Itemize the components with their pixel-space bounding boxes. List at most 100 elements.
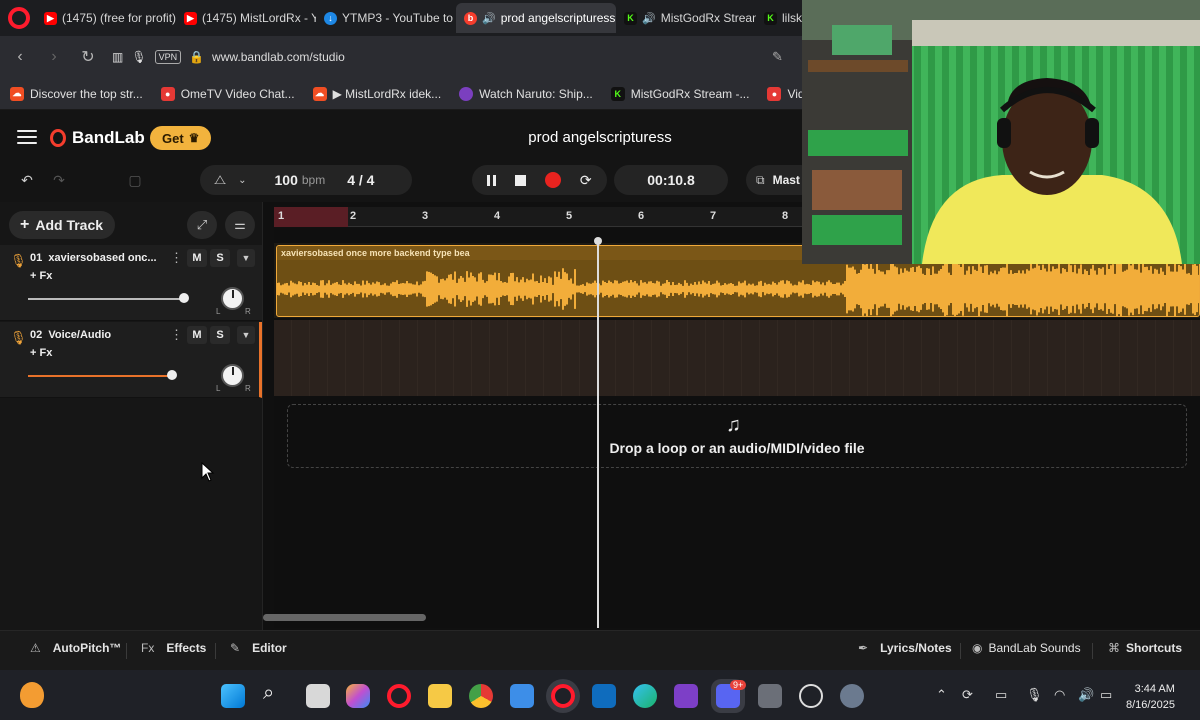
- video-icon[interactable]: ▭: [995, 687, 1007, 703]
- shortcuts-button[interactable]: ⌘ Shortcuts: [1108, 641, 1182, 655]
- drop-zone[interactable]: ♫ Drop a loop or an audio/MIDI/video fil…: [287, 404, 1187, 468]
- bookmark-4[interactable]: Watch Naruto: Ship...: [459, 86, 593, 101]
- outlook-icon[interactable]: [592, 684, 616, 708]
- sync-icon[interactable]: ⟳: [962, 687, 973, 703]
- add-fx-button[interactable]: + Fx: [30, 347, 52, 359]
- chrome-icon[interactable]: [469, 684, 493, 708]
- bookmark-2[interactable]: ● OmeTV Video Chat...: [160, 86, 295, 101]
- project-title[interactable]: prod angelscripturess: [450, 129, 750, 146]
- browser-tab-1[interactable]: ▶ (1475) (free for profit): [36, 3, 176, 33]
- view-toggle-button[interactable]: ▢: [120, 165, 150, 195]
- volume-slider-handle[interactable]: [167, 370, 177, 380]
- chevron-down-icon[interactable]: ▼: [237, 326, 255, 344]
- more-options-icon[interactable]: ⋮: [170, 327, 183, 343]
- command-icon: ⌘: [1108, 641, 1120, 655]
- mute-button[interactable]: M: [187, 249, 207, 267]
- metronome-icon[interactable]: ⧍: [214, 172, 226, 188]
- track-name[interactable]: 01 xaviersobased onc...: [30, 252, 162, 264]
- back-icon[interactable]: ‹: [10, 48, 30, 66]
- task-view-icon[interactable]: [306, 684, 330, 708]
- bandlab-logo[interactable]: BandLab: [50, 128, 145, 148]
- bar-number: 6: [638, 210, 645, 222]
- camera-icon[interactable]: [758, 684, 782, 708]
- volume-slider-track[interactable]: [28, 375, 173, 377]
- pan-knob[interactable]: [221, 364, 244, 387]
- browser-tab-5[interactable]: K 🔊 MistGodRx Stream: [616, 3, 756, 33]
- url-text[interactable]: www.bandlab.com/studio: [212, 50, 345, 64]
- tempo-control[interactable]: ⧍ ⌄ 100 bpm 4 / 4: [200, 165, 412, 195]
- start-icon[interactable]: [221, 684, 245, 708]
- solo-button[interactable]: S: [210, 326, 230, 344]
- pan-knob[interactable]: [221, 287, 244, 310]
- opera-icon[interactable]: [387, 684, 411, 708]
- soundcloud-icon: ☁: [312, 86, 327, 101]
- system-clock[interactable]: 3:44 AM 8/16/2025: [1126, 681, 1175, 713]
- pause-icon[interactable]: [487, 174, 497, 186]
- get-membership-button[interactable]: Get ♛: [150, 126, 212, 150]
- add-track-button[interactable]: + Add Track: [9, 211, 115, 239]
- store-icon[interactable]: [510, 684, 534, 708]
- chevron-up-icon[interactable]: ⌃: [936, 687, 947, 703]
- bandlab-sounds-button[interactable]: ◉ BandLab Sounds: [972, 641, 1081, 655]
- edge-icon[interactable]: [633, 684, 657, 708]
- settings-icon[interactable]: [840, 684, 864, 708]
- battery-icon[interactable]: ▭: [1100, 687, 1112, 703]
- mic-icon[interactable]: 🎙: [131, 50, 146, 64]
- volume-slider-track[interactable]: [28, 298, 186, 300]
- browser-tab-2[interactable]: ▶ (1475) MistLordRx - Yo: [176, 3, 316, 33]
- solo-button[interactable]: S: [210, 249, 230, 267]
- lyrics-notes-button[interactable]: ✒ Lyrics/Notes: [858, 641, 952, 655]
- copilot-icon[interactable]: [346, 684, 370, 708]
- opera-active-icon[interactable]: [551, 684, 575, 708]
- edit-icon[interactable]: ✎: [772, 49, 783, 65]
- browser-tab-active[interactable]: b 🔊 prod angelscripturess: [456, 3, 616, 33]
- mute-button[interactable]: M: [187, 326, 207, 344]
- browser-tab-3[interactable]: ↓ YTMP3 - YouTube to: [316, 3, 456, 33]
- obs-icon[interactable]: [799, 684, 823, 708]
- search-icon[interactable]: ⌕: [263, 682, 274, 705]
- effects-button[interactable]: Fx Effects: [141, 641, 206, 655]
- opera-logo-icon[interactable]: [8, 7, 30, 29]
- redo-button[interactable]: ↷: [44, 165, 74, 195]
- record-icon[interactable]: [545, 172, 562, 188]
- file-explorer-icon[interactable]: [428, 684, 452, 708]
- automation-button[interactable]: ⤢: [187, 211, 217, 239]
- chevron-down-icon[interactable]: ⌄: [238, 175, 246, 186]
- bookmark-1[interactable]: ☁ Discover the top str...: [10, 86, 143, 101]
- transport-controls: ⟳: [472, 165, 607, 195]
- reload-icon[interactable]: ↻: [78, 47, 98, 67]
- bookmark-3[interactable]: ☁ ▶ MistLordRx idek...: [312, 86, 441, 101]
- editor-button[interactable]: ✎ Editor: [230, 641, 287, 655]
- undo-button[interactable]: ↶: [12, 165, 42, 195]
- playhead[interactable]: [594, 237, 602, 628]
- tempo-value[interactable]: 100: [275, 172, 298, 188]
- url-box[interactable]: ▥ 🎙 VPN 🔒 www.bandlab.com/studio: [112, 50, 345, 64]
- more-options-icon[interactable]: ⋮: [170, 250, 183, 266]
- mic-icon[interactable]: 🎙: [1026, 687, 1043, 703]
- bookmark-5[interactable]: K MistGodRx Stream -...: [610, 86, 749, 101]
- add-fx-button[interactable]: + Fx: [30, 270, 52, 282]
- reader-icon[interactable]: ▥: [112, 50, 123, 64]
- track-name[interactable]: 02 Voice/Audio: [30, 329, 162, 341]
- wifi-icon[interactable]: ◠: [1054, 687, 1065, 703]
- mixer-button[interactable]: ⚌: [225, 211, 255, 239]
- time-display[interactable]: 00:10.8: [614, 165, 728, 195]
- loop-icon[interactable]: ⟳: [580, 172, 592, 189]
- kick-icon: K: [764, 11, 777, 25]
- forward-icon[interactable]: ›: [44, 48, 64, 66]
- stop-icon[interactable]: [515, 174, 527, 186]
- widgets-icon[interactable]: [20, 682, 44, 708]
- clipchamp-icon[interactable]: [674, 684, 698, 708]
- volume-icon[interactable]: 🔊: [1078, 687, 1094, 703]
- autopitch-button[interactable]: ⚠ AutoPitch™: [30, 641, 121, 655]
- horizontal-scrollbar[interactable]: [263, 614, 426, 621]
- volume-slider-handle[interactable]: [179, 293, 189, 303]
- track-lane-2[interactable]: [274, 320, 1200, 396]
- time-signature[interactable]: 4 / 4: [347, 172, 374, 188]
- menu-icon[interactable]: [17, 130, 37, 144]
- track-row-1[interactable]: 🎙 01 xaviersobased onc... ⋮ M S ▼ + Fx L…: [0, 245, 262, 321]
- loop-region[interactable]: [274, 207, 348, 227]
- chevron-down-icon[interactable]: ▼: [237, 249, 255, 267]
- vpn-badge[interactable]: VPN: [154, 50, 182, 64]
- track-row-2[interactable]: 🎙 02 Voice/Audio ⋮ M S ▼ + Fx L R: [0, 322, 262, 398]
